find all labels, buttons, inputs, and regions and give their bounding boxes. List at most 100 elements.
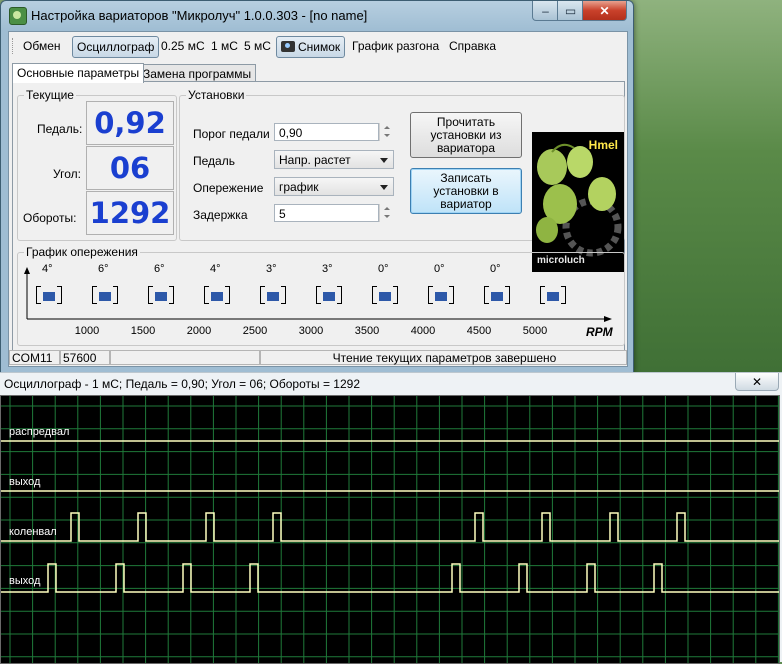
slider-thumb[interactable] (379, 292, 391, 301)
advance-slider[interactable] (316, 286, 342, 304)
advance-angle-label: 4° (210, 263, 221, 275)
advance-angle-label: 6° (154, 263, 165, 275)
rpm-tick-label: 1500 (130, 325, 156, 337)
rpm-tick-label: 4500 (466, 325, 492, 337)
slider-thumb[interactable] (155, 292, 167, 301)
slider-thumb[interactable] (267, 292, 279, 301)
slider-thumb[interactable] (435, 292, 447, 301)
advance-angle-label: 0° (546, 263, 557, 275)
pedal-mode-label: Педаль (193, 154, 235, 168)
rpm-value: 1292 (86, 191, 174, 235)
advance-angle-label: 0° (434, 263, 445, 275)
chevron-down-icon (380, 158, 388, 163)
write-settings-button[interactable]: Записать установки в вариатор (410, 168, 522, 214)
slider-thumb[interactable] (43, 292, 55, 301)
pedal-threshold-label: Порог педали (193, 127, 270, 141)
advance-slider[interactable] (204, 286, 230, 304)
current-group: Текущие Педаль: 0,92 Угол: 06 Обороты: 1… (17, 88, 177, 241)
advance-slider[interactable] (260, 286, 286, 304)
status-message: Чтение текущих параметров завершено (260, 350, 627, 365)
exchange-menu[interactable]: Обмен (19, 36, 65, 56)
camera-icon (281, 41, 295, 52)
channel-label-output-2: выход (9, 575, 41, 587)
advance-value: график (279, 180, 319, 194)
advance-label: Опережение (193, 181, 264, 195)
advance-angle-label: 3° (266, 263, 277, 275)
chevron-down-icon (380, 185, 388, 190)
toolbar: Обмен Осциллограф 0.25 мС 1 мС 5 мС Сним… (9, 32, 627, 60)
window-title: Настройка вариаторов "Микролуч" 1.0.0.30… (31, 8, 368, 23)
scope-close-button[interactable]: ✕ (735, 373, 779, 391)
timebase-5-button[interactable]: 5 мС (240, 36, 275, 56)
advance-select[interactable]: график (274, 177, 394, 196)
rpm-tick-label: 4000 (410, 325, 436, 337)
tab-main-params[interactable]: Основные параметры (12, 63, 145, 83)
current-group-label: Текущие (24, 88, 76, 102)
trace-3 (1, 563, 779, 593)
title-bar[interactable]: Настройка вариаторов "Микролуч" 1.0.0.30… (1, 1, 633, 29)
angle-label: Угол: (53, 167, 81, 181)
angle-value: 06 (86, 146, 174, 190)
oscilloscope-window: Осциллограф - 1 мС; Педаль = 0,90; Угол … (0, 372, 782, 664)
pedal-threshold-spinner[interactable] (379, 123, 394, 141)
client-area: Обмен Осциллограф 0.25 мС 1 мС 5 мС Сним… (8, 31, 628, 367)
scope-plot (1, 396, 779, 663)
maximize-button[interactable]: ▭ (557, 1, 584, 21)
status-port: COM11 (9, 350, 60, 365)
rpm-axis-unit: RPM (586, 325, 613, 339)
slider-thumb[interactable] (99, 292, 111, 301)
timebase-025-button[interactable]: 0.25 мС (157, 36, 209, 56)
advance-angle-label: 0° (490, 263, 501, 275)
advance-slider[interactable] (372, 286, 398, 304)
pedal-threshold-input[interactable]: 0,90 (274, 123, 379, 141)
status-empty (110, 350, 260, 365)
accel-graph-menu[interactable]: График разгона (348, 36, 443, 56)
read-settings-button[interactable]: Прочитать установки из вариатора (410, 112, 522, 158)
pedal-value: 0,92 (86, 101, 174, 145)
pedal-mode-value: Напр. растет (279, 153, 351, 167)
hop-logo-image: Hmel microluch (532, 132, 624, 272)
status-baud: 57600 (60, 350, 110, 365)
advance-angle-label: 0° (378, 263, 389, 275)
rpm-tick-label: 2500 (242, 325, 268, 337)
toolbar-grip[interactable] (12, 38, 16, 54)
channel-label-crankshaft: коленвал (9, 526, 57, 538)
advance-slider[interactable] (36, 286, 62, 304)
minimize-button[interactable]: – (532, 1, 559, 21)
settings-group-label: Установки (186, 88, 247, 102)
slider-thumb[interactable] (323, 292, 335, 301)
delay-input[interactable]: 5 (274, 204, 379, 222)
advance-graph-group: График опережения 4° 6° 6° 4° 3° 3° 0° 0° 0° 0° 1… (17, 245, 625, 346)
rpm-label: Обороты: (23, 211, 77, 225)
pedal-mode-select[interactable]: Напр. растет (274, 150, 394, 169)
delay-spinner[interactable] (379, 204, 394, 222)
slider-thumb[interactable] (211, 292, 223, 301)
main-window: Настройка вариаторов "Микролуч" 1.0.0.30… (0, 0, 634, 374)
slider-thumb[interactable] (491, 292, 503, 301)
advance-slider[interactable] (484, 286, 510, 304)
delay-label: Задержка (193, 208, 248, 222)
app-icon (9, 7, 27, 25)
advance-angle-label: 4° (42, 263, 53, 275)
advance-slider[interactable] (428, 286, 454, 304)
timebase-1-button[interactable]: 1 мС (207, 36, 242, 56)
help-menu[interactable]: Справка (445, 36, 500, 56)
rpm-tick-label: 1000 (74, 325, 100, 337)
snapshot-button[interactable]: Снимок (276, 36, 346, 58)
advance-angle-label: 6° (98, 263, 109, 275)
advance-slider[interactable] (92, 286, 118, 304)
slider-thumb[interactable] (547, 292, 559, 301)
snapshot-label: Снимок (298, 40, 341, 54)
oscilloscope-button[interactable]: Осциллограф (72, 36, 160, 58)
rpm-tick-label: 3000 (298, 325, 324, 337)
close-button[interactable]: ✕ (582, 1, 627, 21)
rpm-tick-label: 2000 (186, 325, 212, 337)
logo-name: Hmel (588, 138, 618, 152)
trace-2 (1, 512, 779, 542)
advance-slider[interactable] (148, 286, 174, 304)
scope-title: Осциллограф - 1 мС; Педаль = 0,90; Угол … (4, 377, 360, 391)
advance-slider[interactable] (540, 286, 566, 304)
status-bar: COM11 57600 Чтение текущих параметров за… (9, 350, 627, 366)
rpm-tick-label: 3500 (354, 325, 380, 337)
tab-panel: Текущие Педаль: 0,92 Угол: 06 Обороты: 1… (12, 81, 625, 351)
